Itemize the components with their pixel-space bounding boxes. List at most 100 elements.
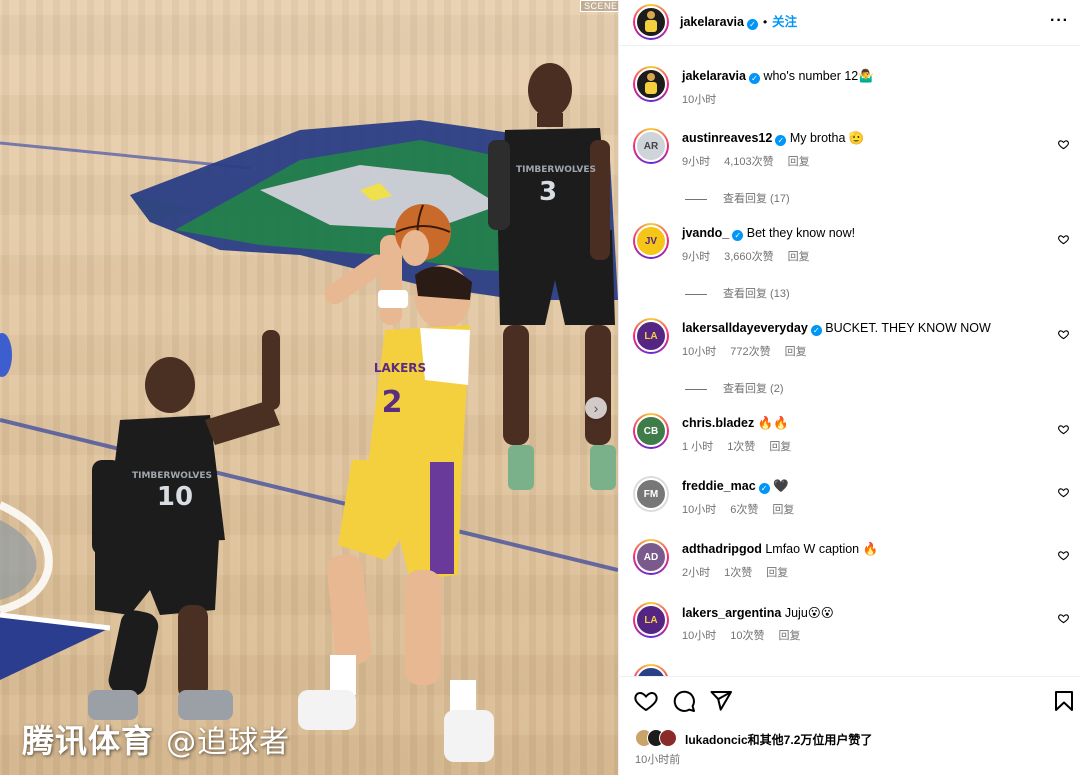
comment-time: 10小时: [682, 504, 717, 516]
comment-likes[interactable]: 10次赞: [730, 630, 764, 642]
heart-icon[interactable]: [1058, 613, 1069, 624]
post-photo: 3 TIMBERWOLVES 10 TIMBERWOLVES 2 LAKERS …: [0, 0, 618, 775]
reply-button[interactable]: 回复: [772, 504, 794, 516]
next-photo-button[interactable]: ›: [585, 397, 607, 419]
comment-text-line: freddie_mac ✓ 🖤: [682, 479, 789, 494]
verified-badge-icon: ✓: [810, 325, 822, 336]
basketball-scene: 3 TIMBERWOLVES 10 TIMBERWOLVES 2 LAKERS: [0, 63, 618, 762]
comment-text: 🔥🔥: [757, 416, 789, 430]
comment-text: BUCKET. THEY KNOW NOW: [825, 321, 991, 335]
header-user-line: jakelaravia ✓ • 关注: [680, 11, 797, 31]
comment-avatar[interactable]: AD: [633, 539, 669, 575]
comment-avatar[interactable]: [633, 664, 669, 676]
separator-dot: •: [762, 15, 768, 29]
comment-text-line: chris.bladez 🔥🔥: [682, 416, 789, 431]
caption-avatar[interactable]: [633, 66, 669, 102]
comment-time: 9小时: [682, 251, 711, 263]
comment-icon[interactable]: [672, 689, 696, 713]
comment-text-line: adthadripgod Lmfao W caption 🔥: [682, 542, 878, 557]
comment-username[interactable]: lakers_argentina: [682, 606, 781, 620]
comment-meta: 9小时 3,660次赞 回复: [682, 248, 824, 264]
comments-list[interactable]: jakelaravia ✓ who's number 12🤷‍♂️ 10小时 AR…: [619, 46, 1080, 676]
comment-username[interactable]: lakersalldayeveryday: [682, 321, 808, 335]
comment-username[interactable]: chris.bladez: [682, 416, 754, 430]
player-10: 10 TIMBERWOLVES: [88, 330, 280, 720]
reply-button[interactable]: 回复: [779, 630, 801, 642]
comment-avatar[interactable]: AR: [633, 128, 669, 164]
follow-button[interactable]: 关注: [772, 15, 797, 29]
verified-badge-icon: ✓: [775, 135, 787, 146]
comment-meta: 9小时 4,103次赞 回复: [682, 153, 824, 169]
comment-avatar[interactable]: LA: [633, 602, 669, 638]
comment-text: Bet they know now!: [746, 226, 856, 240]
comment-time: 9小时: [682, 156, 711, 168]
comment-likes[interactable]: 1次赞: [727, 441, 755, 453]
verified-badge-icon: ✓: [746, 19, 758, 30]
caption-time: 10小时: [682, 94, 717, 106]
heart-icon[interactable]: [634, 689, 658, 713]
header-username[interactable]: jakelaravia: [680, 15, 744, 29]
caption-text-line: jakelaravia ✓ who's number 12🤷‍♂️: [682, 69, 874, 84]
caption-username[interactable]: jakelaravia: [682, 69, 746, 83]
liker-avatar: [659, 729, 677, 747]
heart-icon[interactable]: [1058, 139, 1069, 150]
more-horizontal-icon[interactable]: ···: [1050, 12, 1069, 30]
comment-meta: 10小时 10次赞 回复: [682, 627, 815, 643]
caption-text: who's number 12🤷‍♂️: [763, 69, 874, 83]
comment-meta: 1 小时 1次赞 回复: [682, 438, 805, 454]
player-3: 3 TIMBERWOLVES: [488, 63, 616, 490]
heart-icon[interactable]: [1058, 550, 1069, 561]
bookmark-icon[interactable]: [1052, 689, 1076, 713]
heart-icon[interactable]: [1058, 487, 1069, 498]
view-replies-button[interactable]: 查看回复 (17): [685, 190, 790, 206]
comment-likes[interactable]: 1次赞: [724, 567, 752, 579]
comment-meta: 10小时 6次赞 回复: [682, 501, 808, 517]
jersey-text-left: TIMBERWOLVES: [132, 471, 212, 481]
author-avatar[interactable]: [633, 4, 669, 40]
heart-icon[interactable]: [1058, 424, 1069, 435]
watermark-handle: @追球者: [166, 725, 291, 760]
comment-avatar[interactable]: FM: [633, 476, 669, 512]
comment-likes[interactable]: 4,103次赞: [724, 156, 774, 168]
player-silhouette-icon: [645, 73, 657, 94]
liker-avatars: [635, 729, 685, 747]
comment-avatar[interactable]: JV: [633, 223, 669, 259]
heart-icon[interactable]: [1058, 329, 1069, 340]
comment-username[interactable]: freddie_mac: [682, 479, 756, 493]
reply-button[interactable]: 回复: [766, 567, 788, 579]
comment-likes[interactable]: 3,660次赞: [724, 251, 774, 263]
chevron-right-icon: ›: [593, 400, 599, 416]
comment-time: 2小时: [682, 567, 711, 579]
reply-button[interactable]: 回复: [769, 441, 791, 453]
watermark-brand: 腾讯体育: [22, 722, 155, 760]
reply-button[interactable]: 回复: [788, 156, 810, 168]
comment-time: 1 小时: [682, 441, 714, 453]
comment-likes[interactable]: 772次赞: [730, 346, 770, 358]
heart-icon[interactable]: [1058, 234, 1069, 245]
reply-button[interactable]: 回复: [788, 251, 810, 263]
comment-username[interactable]: austinreaves12: [682, 131, 772, 145]
post-panel: jakelaravia ✓ • 关注 ··· jakelaravia ✓ who's n…: [618, 0, 1080, 776]
comment-text-line: jvando_ ✓ Bet they know now!: [682, 226, 855, 241]
verified-badge-icon: ✓: [748, 73, 760, 84]
comment-avatar[interactable]: CB: [633, 413, 669, 449]
comment-username[interactable]: adthadripgod: [682, 542, 762, 556]
view-replies-button[interactable]: 查看回复 (2): [685, 380, 784, 396]
comment-meta: 10小时 772次赞 回复: [682, 343, 821, 359]
comment-username[interactable]: jvando_: [682, 226, 729, 240]
view-replies-button[interactable]: 查看回复 (13): [685, 285, 790, 301]
jersey-text-back: TIMBERWOLVES: [516, 165, 596, 175]
send-icon[interactable]: [709, 689, 733, 713]
action-bar: lukadoncic和其他7.2万位用户赞了 10小时前: [619, 676, 1080, 776]
likes-summary[interactable]: lukadoncic和其他7.2万位用户赞了: [685, 731, 872, 748]
player-silhouette-icon: [645, 11, 657, 32]
scene-tag: SCENE: [580, 0, 618, 12]
comment-text: My brotha 🫡: [789, 131, 865, 145]
comment-time: 10小时: [682, 346, 717, 358]
caption-meta: 10小时: [682, 91, 730, 107]
watermark: 腾讯体育 @追球者: [22, 716, 290, 762]
comment-avatar[interactable]: LA: [633, 318, 669, 354]
comment-likes[interactable]: 6次赞: [730, 504, 758, 516]
reply-button[interactable]: 回复: [785, 346, 807, 358]
comment-text: Juju😮😮: [784, 606, 834, 620]
